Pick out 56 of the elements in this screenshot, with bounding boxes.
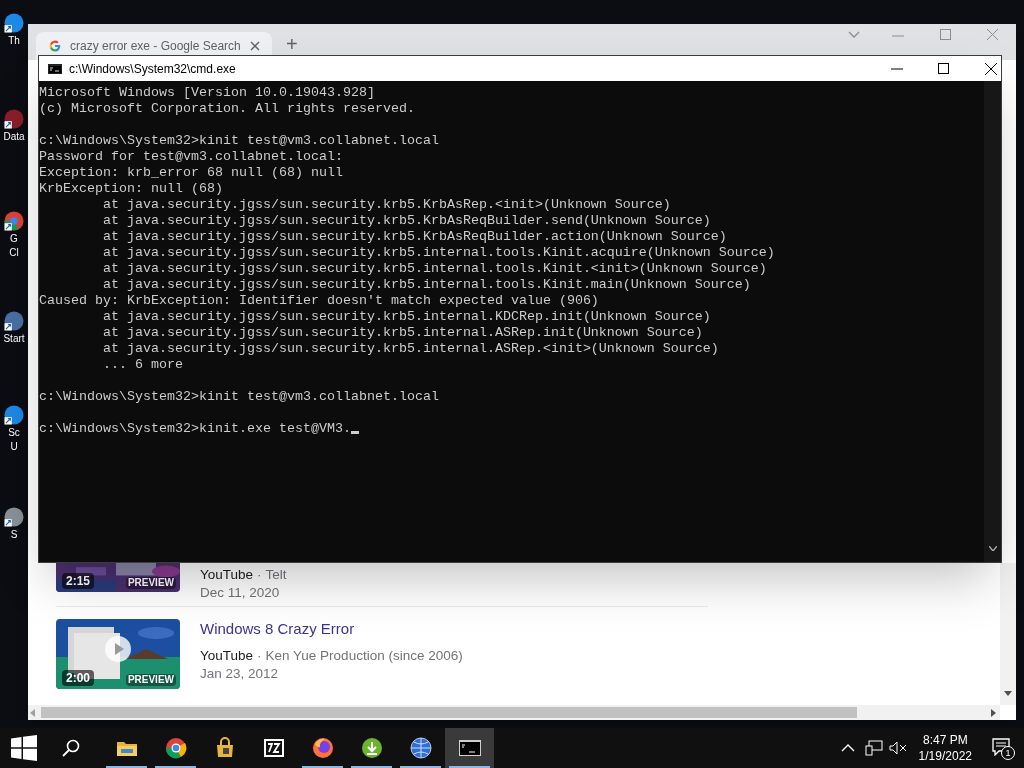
icon-label[interactable]: G Cl	[9, 232, 19, 260]
maximize-icon[interactable]	[938, 63, 949, 74]
shortcut-icon[interactable]	[3, 12, 25, 34]
minimize-icon[interactable]	[891, 67, 903, 70]
play-icon[interactable]	[105, 636, 131, 662]
google-icon	[48, 39, 62, 53]
result-title-link[interactable]: Windows 8 Crazy Error	[200, 619, 463, 639]
window-title: c:\Windows\System32\cmd.exe	[69, 60, 236, 78]
archive-icon	[261, 736, 286, 760]
icon-label[interactable]: Sc U	[8, 426, 20, 454]
vertical-scrollbar[interactable]	[984, 81, 1001, 562]
new-tab-button[interactable]: +	[286, 34, 298, 54]
search-icon[interactable]	[62, 739, 80, 757]
vertical-scrollbar[interactable]	[1000, 563, 1016, 705]
result-date: Dec 11, 2020	[200, 584, 281, 602]
icon-label[interactable]: Th	[8, 34, 20, 48]
result-source: YouTube · Ken Yue Production (since 2006)	[200, 647, 463, 665]
network-icon[interactable]	[864, 740, 883, 756]
scroll-down-icon[interactable]	[989, 546, 997, 551]
clock-date[interactable]: 1/19/2022	[918, 748, 972, 764]
message-icon	[992, 738, 1010, 756]
result-source: YouTube · Telt	[200, 566, 287, 584]
duration-badge: 2:00	[62, 670, 95, 686]
muted-speaker-icon[interactable]	[888, 741, 907, 755]
globe-icon	[408, 736, 433, 760]
shortcut-icon[interactable]	[3, 404, 25, 426]
download-icon	[359, 736, 384, 760]
firefox-icon	[310, 736, 335, 760]
shortcut-icon[interactable]	[3, 108, 25, 130]
duration-badge: 2:15	[62, 573, 95, 589]
shortcut-icon[interactable]	[3, 310, 25, 332]
tab-search-icon[interactable]	[848, 31, 860, 39]
chrome-icon	[163, 736, 188, 760]
result-date: Jan 23, 2012	[200, 665, 280, 683]
clock-time[interactable]: 8:47 PM	[922, 732, 968, 748]
notification-button[interactable]: 1	[990, 736, 1014, 760]
icon-label[interactable]: Start	[3, 332, 25, 346]
taskbar-button[interactable]	[445, 728, 494, 768]
horizontal-scrollbar[interactable]	[28, 705, 1000, 720]
notification-count: 1	[1001, 746, 1015, 760]
scrollbar-thumb[interactable]	[41, 707, 857, 718]
icon-label[interactable]: Data	[3, 130, 25, 144]
preview-label: PREVIEW	[125, 577, 176, 589]
tab-title: crazy error exe - Google Search	[70, 38, 241, 55]
shortcut-icon[interactable]	[3, 210, 25, 232]
start-icon[interactable]	[11, 735, 37, 761]
console-icon	[48, 63, 62, 74]
icon-label[interactable]: S	[10, 528, 18, 542]
scroll-right-icon[interactable]	[991, 708, 996, 717]
shortcut-icon[interactable]	[3, 506, 25, 528]
text-cursor	[350, 431, 359, 434]
preview-label: PREVIEW	[125, 674, 176, 686]
command-line[interactable]: c:\Windows\System32>kinit.exe test@VM3.	[39, 421, 351, 437]
caret-icon[interactable]	[840, 744, 855, 752]
scroll-down-icon[interactable]	[1004, 691, 1012, 696]
close-icon[interactable]	[985, 62, 997, 75]
